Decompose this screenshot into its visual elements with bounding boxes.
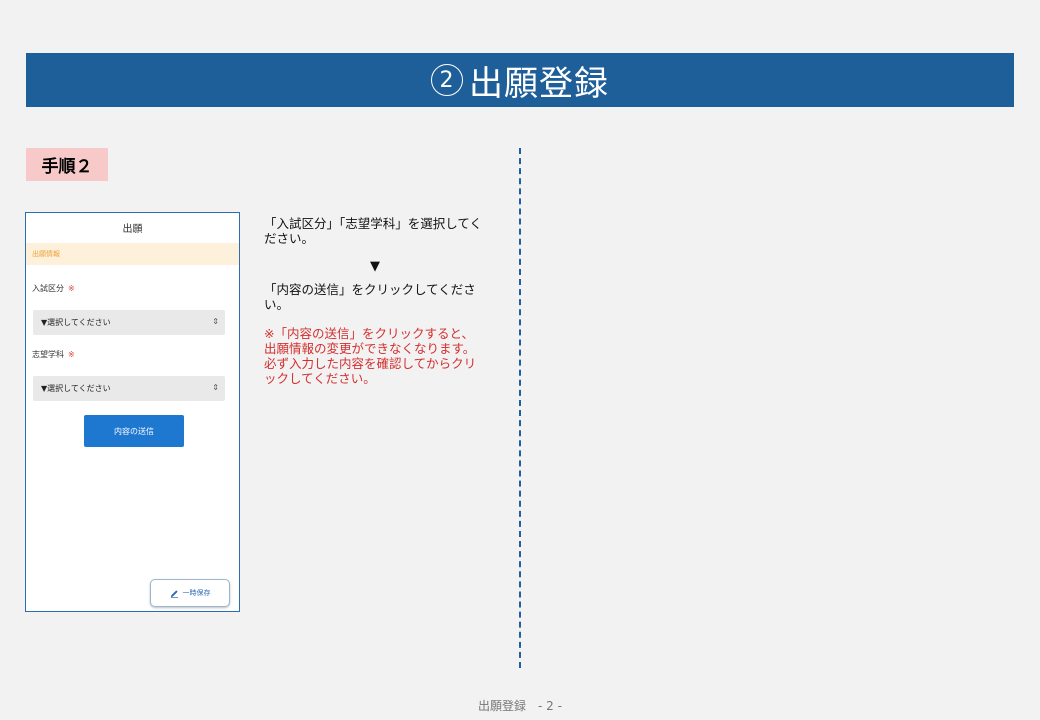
dashed-divider [519,148,521,668]
step-number-badge: 2 [431,64,463,96]
field-label-exam-type: 入試区分 ※ [32,283,75,294]
warning-note: ※「内容の送信」をクリックすると、出願情報の変更ができなくなります。必ず入力した… [264,326,477,386]
page-footer: 出願登録 - 2 - [478,699,562,713]
page-title: 出願登録 [469,63,609,104]
temp-save-label: 一時保存 [182,589,211,597]
instruction-step1: 「入試区分」「志望学科」を選択してください。 [264,216,483,246]
step-label: 手順２ [26,148,108,181]
page-header: 2 出願登録 [26,53,1014,107]
department-select[interactable]: ▼選択してください ⇕ [33,376,225,401]
down-arrow-icon: ▼ [370,259,380,274]
temp-save-button[interactable]: 一時保存 [150,579,230,607]
section-band: 出願情報 [26,243,239,265]
updown-chevron-icon: ⇕ [212,383,219,392]
required-mark: ※ [68,284,75,293]
exam-type-select[interactable]: ▼選択してください ⇕ [33,310,225,335]
form-title: 出願 [122,223,143,235]
field-label-text: 志望学科 [32,350,64,359]
updown-chevron-icon: ⇕ [212,317,219,326]
required-mark: ※ [68,350,75,359]
field-label-department: 志望学科 ※ [32,349,75,360]
send-button[interactable]: 内容の送信 [84,415,184,447]
phone-screenshot: 出願 出願情報 入試区分 ※ ▼選択してください ⇕ 志望学科 ※ ▼選択してくださ… [25,212,240,612]
instruction-step2: 「内容の送信」をクリックしてください。 [264,282,476,312]
select-value: ▼選択してください [41,384,111,393]
select-value: ▼選択してください [41,318,111,327]
pencil-icon [170,589,178,598]
field-label-text: 入試区分 [32,284,64,293]
instructions: 「入試区分」「志望学科」を選択してください。 ▼ 「内容の送信」をクリックしてく… [264,216,486,386]
